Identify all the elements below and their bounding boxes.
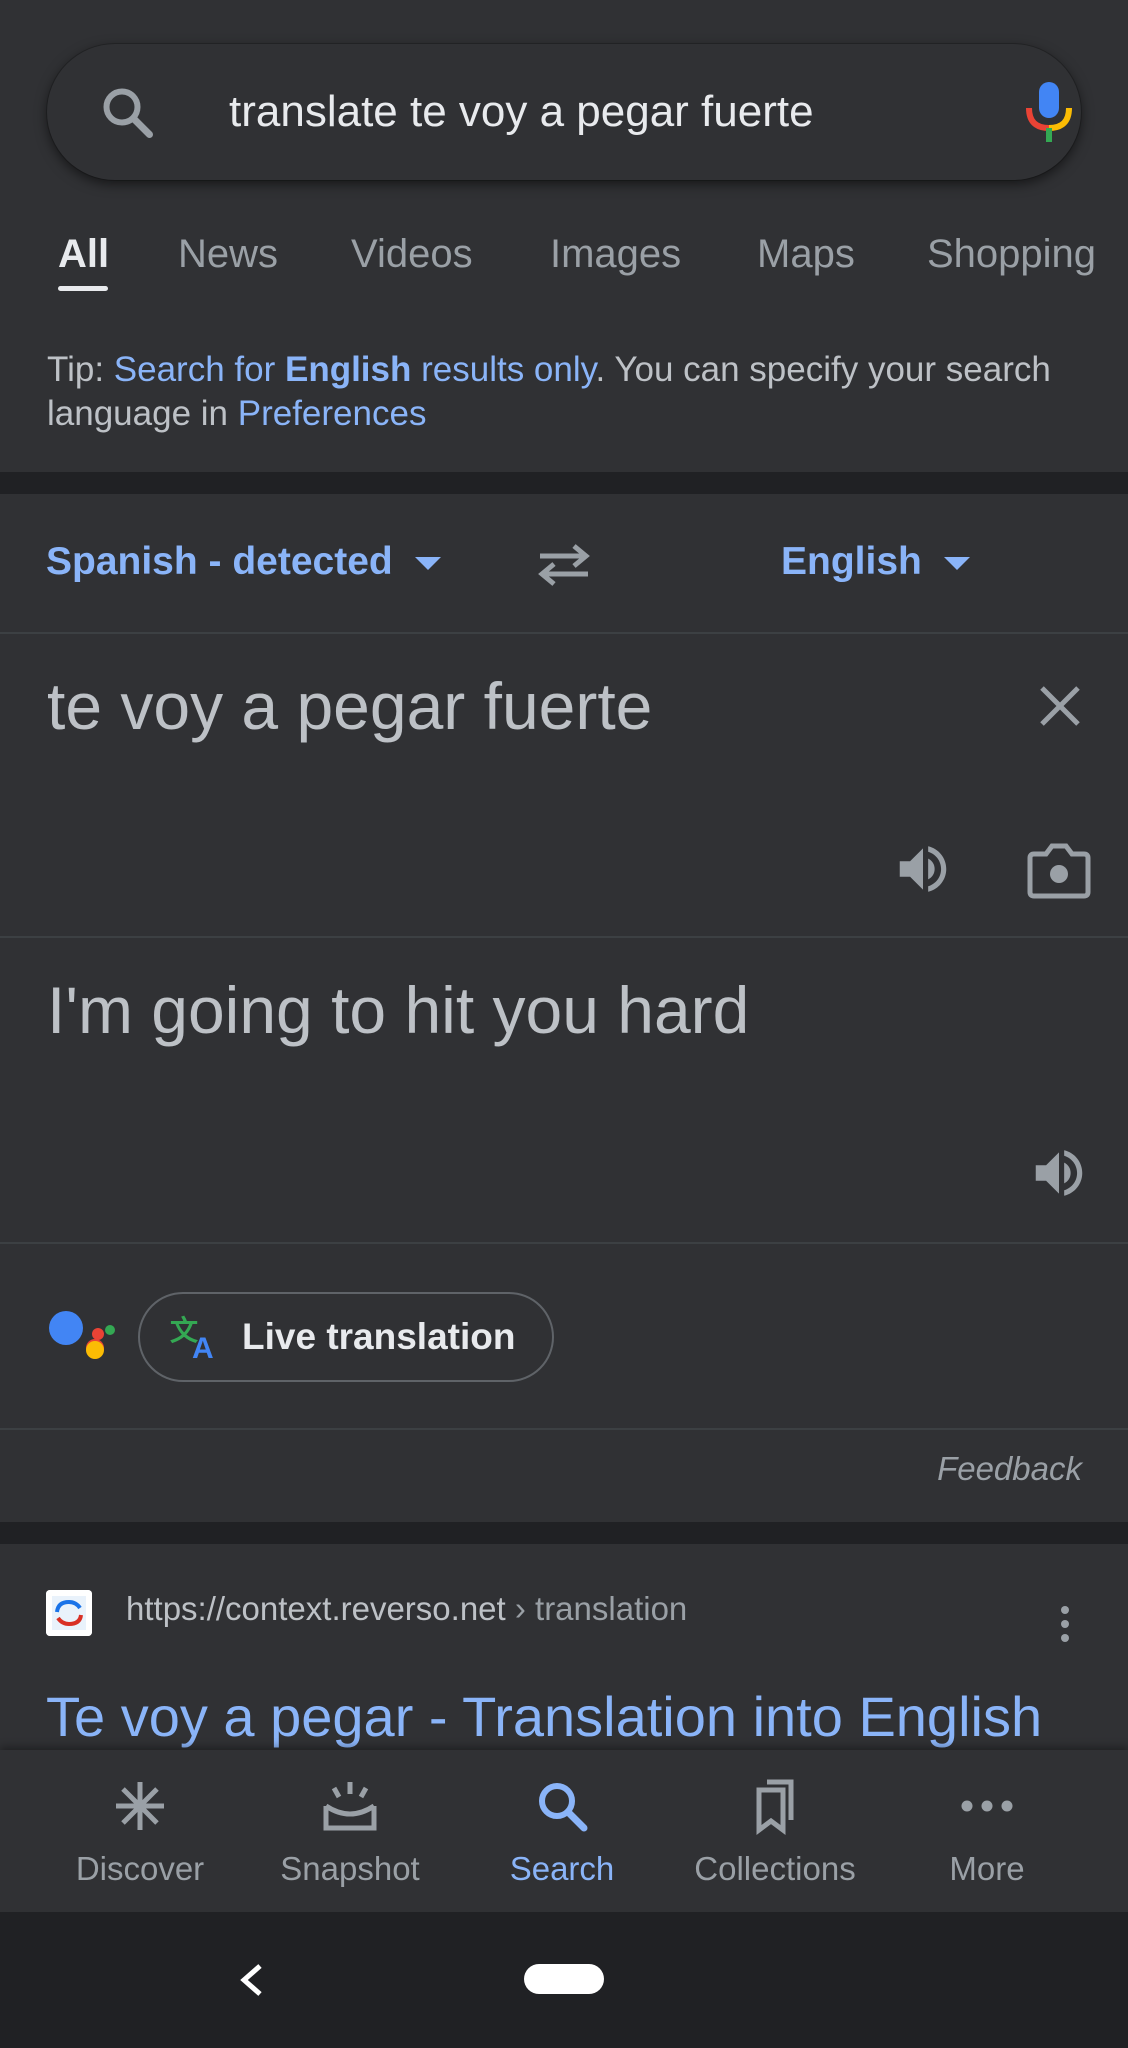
collections-icon — [756, 1779, 794, 1835]
tip-link-text-end[interactable]: results only — [411, 350, 595, 389]
result-breadcrumb[interactable]: › translation — [506, 1590, 687, 1627]
bottom-navigation: Discover Snapshot Search Collections Mor… — [0, 1750, 1128, 1912]
source-language-dropdown[interactable]: Spanish - detected — [46, 515, 441, 635]
tab-maps[interactable]: Maps — [757, 232, 855, 277]
tab-shopping[interactable]: Shopping — [927, 232, 1096, 277]
divider — [0, 936, 1128, 938]
nav-more-label: More — [949, 1850, 1025, 1887]
nav-collections[interactable]: Collections — [670, 1750, 880, 1912]
home-pill[interactable] — [524, 1964, 604, 1994]
reverso-favicon — [46, 1590, 92, 1636]
preferences-link[interactable]: Preferences — [238, 394, 427, 433]
tip-link-bold[interactable]: English — [285, 350, 411, 389]
search-input[interactable]: translate te voy a pegar fuerte — [229, 44, 814, 180]
more-vert-icon[interactable] — [1058, 1604, 1072, 1644]
live-translation-button[interactable]: 文 A Live translation — [138, 1292, 554, 1382]
target-language-label[interactable]: English — [781, 540, 922, 583]
source-language-label[interactable]: Spanish - detected — [46, 540, 393, 583]
live-translation-label[interactable]: Live translation — [242, 1294, 515, 1380]
divider — [0, 1428, 1128, 1430]
feedback-link[interactable]: Feedback — [937, 1450, 1082, 1488]
divider — [0, 1242, 1128, 1244]
speaker-icon[interactable] — [1028, 1142, 1090, 1204]
result-domain[interactable]: https://context.reverso.net — [126, 1590, 506, 1627]
divider — [0, 632, 1128, 634]
tab-news[interactable]: News — [178, 232, 278, 277]
search-icon — [539, 1783, 588, 1832]
google-assistant-icon — [49, 1311, 115, 1359]
search-icon[interactable] — [97, 82, 157, 142]
nav-discover[interactable]: Discover — [35, 1750, 245, 1912]
back-icon[interactable] — [232, 1952, 268, 2008]
asterisk-icon — [116, 1782, 164, 1830]
result-url[interactable]: https://context.reverso.net › translatio… — [126, 1590, 687, 1628]
swap-languages-icon[interactable] — [534, 540, 594, 590]
nav-collections-label: Collections — [694, 1850, 856, 1887]
tip-link-text[interactable]: Search for — [114, 350, 285, 389]
nav-discover-label: Discover — [75, 1850, 205, 1887]
section-divider — [0, 1522, 1128, 1544]
tab-all[interactable]: All — [58, 232, 109, 277]
source-text-input[interactable]: te voy a pegar fuerte — [47, 668, 652, 744]
english-only-link[interactable]: Search for English results only — [114, 350, 596, 389]
nav-snapshot[interactable]: Snapshot — [245, 1750, 455, 1912]
close-icon[interactable] — [1036, 682, 1084, 730]
speaker-icon[interactable] — [892, 838, 954, 900]
more-icon — [961, 1800, 1013, 1812]
mic-icon[interactable] — [1021, 78, 1077, 146]
nav-search-label: Search — [509, 1850, 615, 1887]
tip-prefix: Tip: — [47, 350, 114, 389]
tab-videos[interactable]: Videos — [351, 232, 473, 277]
nav-more[interactable]: More — [882, 1750, 1092, 1912]
search-tabs: All News Videos Images Maps Shopping — [0, 220, 1128, 300]
translate-icon: 文 A — [170, 1314, 214, 1362]
chevron-down-icon — [943, 557, 970, 571]
snapshot-icon — [323, 1782, 377, 1831]
translated-text: I'm going to hit you hard — [47, 973, 750, 1047]
camera-icon[interactable] — [1026, 840, 1092, 900]
result-title-link[interactable]: Te voy a pegar - Translation into Englis… — [46, 1684, 1042, 1749]
tab-images[interactable]: Images — [550, 232, 681, 277]
target-language-dropdown[interactable]: English — [781, 515, 970, 635]
svg-text:A: A — [192, 1332, 214, 1362]
chevron-down-icon — [414, 557, 441, 571]
search-tip: Tip: Search for English results only. Yo… — [47, 348, 1087, 436]
active-tab-indicator — [58, 286, 108, 291]
search-bar[interactable]: translate te voy a pegar fuerte — [47, 44, 1081, 180]
nav-snapshot-label: Snapshot — [280, 1850, 420, 1887]
nav-search[interactable]: Search — [457, 1750, 667, 1912]
section-divider — [0, 472, 1128, 494]
